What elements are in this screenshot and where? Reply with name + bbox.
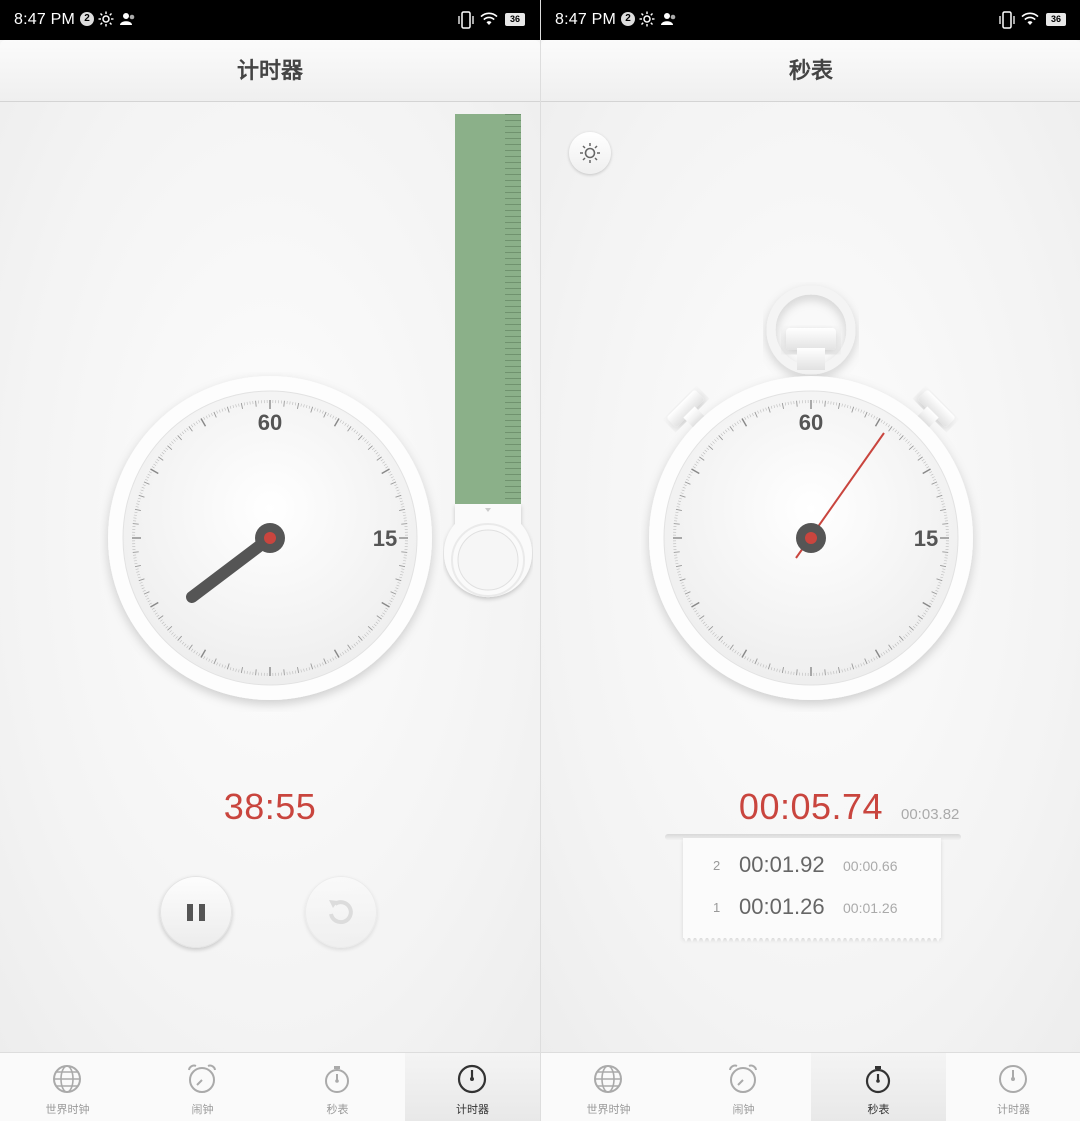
tab-label: 闹钟 [191, 1104, 214, 1116]
lap-index: 1 [713, 900, 721, 915]
dial-label-60: 60 [799, 410, 823, 435]
status-time: 8:47 PM [14, 11, 75, 28]
timer-strip-scale [505, 114, 521, 506]
status-bar: 8:47 PM 2 36 [541, 0, 1080, 40]
tab-label: 计时器 [456, 1104, 489, 1116]
tab-timer[interactable]: 计时器 [946, 1053, 1080, 1121]
notification-badge: 2 [80, 12, 94, 26]
dial-tick [942, 551, 949, 553]
battery-icon: 36 [505, 13, 525, 26]
dial-tick [132, 551, 139, 553]
alarm-clock-icon [188, 1064, 216, 1093]
dial-tick [255, 669, 257, 676]
pause-icon [187, 904, 205, 921]
dial-tick [283, 669, 285, 676]
stopwatch-icon [325, 1066, 349, 1093]
user-status-icon [661, 13, 676, 25]
brightness-status-icon [639, 11, 655, 27]
tab-alarm[interactable]: 闹钟 [676, 1053, 811, 1121]
tab-alarm[interactable]: 闹钟 [135, 1053, 270, 1121]
dial-tick [673, 551, 680, 553]
battery-icon: 36 [1046, 13, 1066, 26]
tab-label: 秒表 [326, 1104, 349, 1116]
timer-time: 38:55 [223, 786, 317, 827]
notification-badge: 2 [621, 12, 635, 26]
lap-list[interactable]: 2 00:01.92 00:00.66 1 00:01.26 00:01.26 [683, 838, 941, 942]
sun-icon [580, 143, 600, 163]
tab-stopwatch[interactable]: 秒表 [811, 1053, 946, 1121]
lap-time: 00:01.26 [739, 894, 825, 919]
alarm-clock-icon [729, 1064, 757, 1093]
dial-tick [283, 400, 285, 407]
stopwatch-time: 00:05.74 [738, 786, 884, 827]
timer-dial[interactable]: 60 15 [100, 372, 440, 712]
lap-row: 1 00:01.26 00:01.26 [683, 888, 941, 928]
vibrate-icon [999, 11, 1015, 29]
tab-label: 世界时钟 [586, 1104, 631, 1116]
globe-icon [594, 1065, 622, 1093]
reset-icon [329, 900, 353, 925]
pause-button[interactable] [160, 876, 232, 948]
wifi-icon [1021, 12, 1039, 25]
page-title: 计时器 [0, 40, 540, 102]
vibrate-icon [458, 11, 474, 29]
dial-label-60: 60 [258, 410, 282, 435]
brightness-status-icon [98, 11, 114, 27]
dial-tick [824, 400, 826, 407]
tab-timer[interactable]: 计时器 [405, 1053, 540, 1121]
pivot-red-dot [805, 532, 817, 544]
tab-bar: 世界时钟 闹钟 秒表 计时器 [541, 1052, 1080, 1121]
tab-stopwatch[interactable]: 秒表 [270, 1053, 405, 1121]
timer-pull-ring[interactable] [443, 504, 533, 606]
lap-time: 00:01.92 [739, 852, 825, 877]
tab-label: 秒表 [867, 1104, 890, 1116]
stopwatch-dial[interactable]: 60 15 [641, 282, 981, 712]
timer-content: 60 15 38:55 [0, 102, 540, 1052]
lap-split: 00:01.26 [843, 900, 898, 916]
stopwatch-content: 60 15 00:05.74 00:03.82 2 00:01.92 00:00… [541, 102, 1080, 1052]
lap-index: 2 [713, 858, 721, 873]
tab-label: 世界时钟 [45, 1104, 90, 1116]
dial-tick [673, 523, 680, 525]
timer-screen: 8:47 PM 2 36 计时器 60 15 38:55 世界时钟 闹钟 秒表 … [0, 0, 540, 1121]
dial-tick [824, 669, 826, 676]
lap-split: 00:00.66 [843, 858, 898, 874]
stopwatch-icon [865, 1066, 891, 1094]
tab-label: 计时器 [997, 1104, 1030, 1116]
dial-tick [796, 400, 798, 407]
timer-icon [999, 1065, 1027, 1093]
globe-icon [53, 1065, 81, 1093]
current-split-time: 00:03.82 [901, 806, 960, 823]
dial-tick [796, 669, 798, 676]
tab-world-clock[interactable]: 世界时钟 [0, 1053, 135, 1121]
reset-button[interactable] [305, 876, 377, 948]
stopwatch-screen: 8:47 PM 2 36 秒表 60 15 00:05.74 00:03.82 … [540, 0, 1080, 1121]
lap-row: 2 00:01.92 00:00.66 [683, 846, 941, 886]
dial-label-15: 15 [373, 526, 397, 551]
status-time: 8:47 PM [555, 11, 616, 28]
pivot-red-dot [264, 532, 276, 544]
brightness-button[interactable] [569, 132, 611, 174]
dial-tick [401, 551, 408, 553]
user-status-icon [120, 13, 135, 25]
wifi-icon [480, 12, 498, 25]
dial-tick [132, 523, 139, 525]
tab-world-clock[interactable]: 世界时钟 [541, 1053, 676, 1121]
dial-label-15: 15 [914, 526, 938, 551]
page-title: 秒表 [541, 40, 1080, 102]
timer-icon [457, 1064, 487, 1094]
dial-tick [942, 523, 949, 525]
paper-torn-edge [683, 936, 941, 942]
tab-label: 闹钟 [732, 1104, 755, 1116]
dial-tick [401, 523, 408, 525]
tab-bar: 世界时钟 闹钟 秒表 计时器 [0, 1052, 540, 1121]
dial-tick [255, 400, 257, 407]
status-bar: 8:47 PM 2 36 [0, 0, 540, 40]
